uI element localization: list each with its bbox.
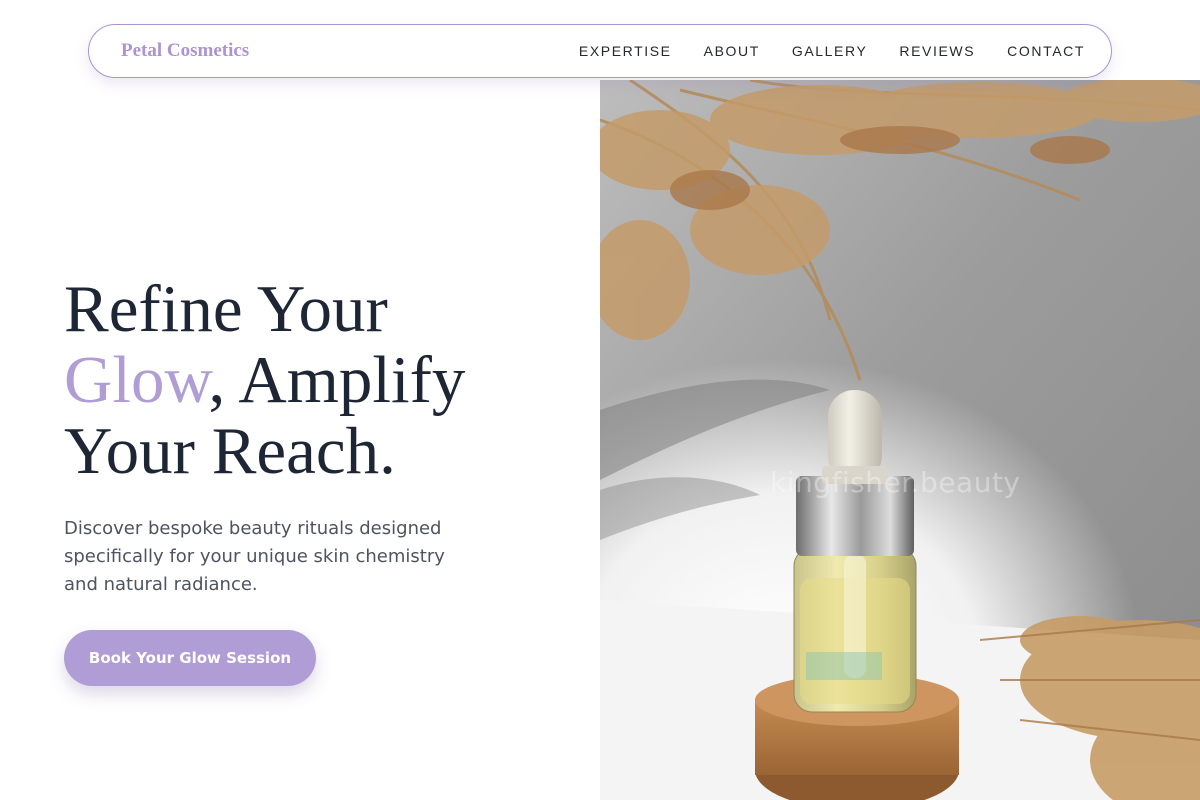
hero-title: Refine Your Glow, Amplify Your Reach. <box>64 274 584 487</box>
brand-logo[interactable]: Petal Cosmetics <box>121 40 249 62</box>
hero-title-line-3: Your Reach. <box>64 414 396 488</box>
hero-title-line-1: Refine Your <box>64 272 388 346</box>
nav-link-reviews[interactable]: REVIEWS <box>899 43 975 59</box>
hero-title-line-2: , Amplify <box>208 343 466 417</box>
serum-bottle-photo <box>600 80 1200 800</box>
nav-link-contact[interactable]: CONTACT <box>1007 43 1085 59</box>
hero-subtitle: Discover bespoke beauty rituals designed… <box>64 518 445 595</box>
nav-links: EXPERTISE ABOUT GALLERY REVIEWS CONTACT <box>579 43 1085 59</box>
top-navigation: Petal Cosmetics EXPERTISE ABOUT GALLERY … <box>88 24 1112 78</box>
book-glow-session-button[interactable]: Book Your Glow Session <box>64 630 316 686</box>
hero-title-accent-word: Glow <box>64 343 209 417</box>
landing-page: Petal Cosmetics EXPERTISE ABOUT GALLERY … <box>0 0 1200 800</box>
nav-link-about[interactable]: ABOUT <box>704 43 760 59</box>
image-watermark: kingfisher.beauty <box>770 466 1021 499</box>
hero-product-image: kingfisher.beauty <box>600 80 1200 800</box>
nav-link-gallery[interactable]: GALLERY <box>792 43 868 59</box>
nav-link-expertise[interactable]: EXPERTISE <box>579 43 672 59</box>
